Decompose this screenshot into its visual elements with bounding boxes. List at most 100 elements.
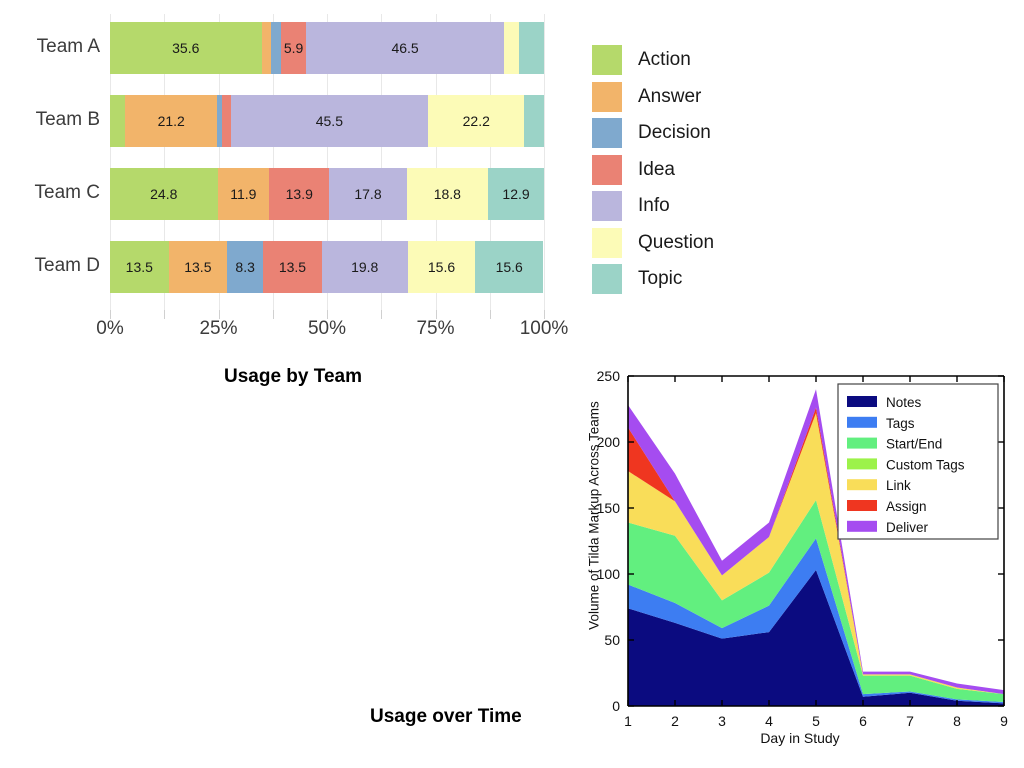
bar-segment: 15.6 xyxy=(475,241,544,293)
bar-segment-value: 13.9 xyxy=(285,186,313,202)
bar-segment-value: 15.6 xyxy=(427,259,456,275)
legend-label: Start/End xyxy=(886,437,942,452)
bar-segment: 15.6 xyxy=(407,241,476,293)
bar-segment: 21.2 xyxy=(125,95,218,147)
bar-segment: 17.8 xyxy=(329,168,407,220)
legend-label: Decision xyxy=(638,122,711,144)
legend-swatch-icon xyxy=(592,264,622,295)
x-axis-label: 2 xyxy=(671,713,679,729)
bar-segment xyxy=(504,22,520,74)
bar-segment: 11.9 xyxy=(217,168,270,220)
bar-segment-value: 8.3 xyxy=(235,259,255,275)
usage-by-team-title: Usage by Team xyxy=(224,366,362,387)
bar-row: 35.6 5.9 46.5 xyxy=(110,22,545,74)
bar-plot-area: 35.6 5.9 46.5 21.2 45.5 22.2 24.8 11.9 13.9 17.8 1… xyxy=(110,14,545,310)
legend-item-decision[interactable]: Decision xyxy=(592,115,782,152)
legend-label: Question xyxy=(638,231,715,253)
bar-chart-category-labels: Team A Team B Team C Team D xyxy=(0,14,100,310)
bar-segment: 12.9 xyxy=(488,168,545,220)
legend-swatch-icon xyxy=(847,520,877,532)
bar-rows: 35.6 5.9 46.5 21.2 45.5 22.2 24.8 11.9 13.9 17.8 1… xyxy=(110,14,545,310)
usage-by-team-chart: Team A Team B Team C Team D 35.6 5.9 46.5 2… xyxy=(0,0,790,350)
bar-category-label: Team B xyxy=(35,109,100,130)
bar-segment: 35.6 xyxy=(110,22,262,74)
bar-category-label: Team A xyxy=(36,36,100,57)
legend-swatch-icon xyxy=(592,45,622,76)
bar-segment-value: 45.5 xyxy=(315,113,343,129)
bar-segment: 45.5 xyxy=(230,95,429,147)
bar-segment-value: 11.9 xyxy=(230,186,257,202)
legend-swatch-icon xyxy=(847,500,877,511)
area-x-axis-title: Day in Study xyxy=(760,730,840,746)
area-chart-svg: 0501001502002501 2 3 4 5 6 7 8 9NotesTagsStart/E… xyxy=(597,368,1008,729)
bar-segment: 13.9 xyxy=(269,168,330,220)
x-axis-label: 75% xyxy=(416,318,455,339)
bar-row: 13.5 13.5 8.3 13.5 19.8 15.6 15.6 xyxy=(110,241,544,293)
bar-segment: 19.8 xyxy=(321,241,408,293)
legend-label: Assign xyxy=(886,499,927,514)
bar-segment-value: 13.5 xyxy=(125,259,153,275)
bar-segment-value: 24.8 xyxy=(150,186,178,202)
bar-segment-value: 46.5 xyxy=(391,40,419,56)
legend-swatch-icon xyxy=(847,437,877,449)
bar-segment xyxy=(261,22,272,74)
legend-label: Action xyxy=(638,49,691,71)
bar-segment: 13.5 xyxy=(263,241,322,293)
gridline xyxy=(544,14,545,310)
legend-item-idea[interactable]: Idea xyxy=(592,152,782,189)
bar-segment-value: 35.6 xyxy=(172,40,200,56)
area-y-axis-title: Volume of Tilda Markup Across Teams xyxy=(586,401,602,630)
legend-label: Info xyxy=(638,195,670,217)
bar-segment xyxy=(519,22,545,74)
legend-label: Idea xyxy=(638,158,675,180)
legend-item-info[interactable]: Info xyxy=(592,188,782,225)
bar-segment-value: 22.2 xyxy=(462,113,490,129)
legend-item-answer[interactable]: Answer xyxy=(592,79,782,116)
x-axis-label: 100% xyxy=(519,318,569,339)
x-axis-label: 5 xyxy=(812,713,820,729)
x-axis-label: 9 xyxy=(1000,713,1008,729)
bar-segment-value: 13.5 xyxy=(184,259,212,275)
legend-swatch-icon xyxy=(847,458,877,470)
legend-label: Answer xyxy=(638,85,702,107)
x-axis-label: 1 xyxy=(624,713,632,729)
legend-swatch-icon xyxy=(847,416,877,428)
bar-segment: 22.2 xyxy=(428,95,525,147)
x-axis-label: 50% xyxy=(307,318,347,339)
bar-segment xyxy=(110,95,126,147)
legend-swatch-icon xyxy=(847,479,877,491)
legend-label: Tags xyxy=(886,416,915,431)
x-axis-label: 7 xyxy=(906,713,914,729)
bar-segment: 24.8 xyxy=(110,168,218,220)
y-axis-label: 250 xyxy=(597,368,621,384)
legend-label: Deliver xyxy=(886,520,929,535)
x-axis-label: 3 xyxy=(718,713,726,729)
bar-segment-value: 19.8 xyxy=(351,259,379,275)
legend-label: Topic xyxy=(638,268,683,290)
bar-segment: 18.8 xyxy=(406,168,489,220)
usage-by-team-legend: Action Answer Decision Idea Info Question Topi… xyxy=(592,42,782,298)
bar-segment-value: 5.9 xyxy=(283,40,304,56)
legend-label: Custom Tags xyxy=(886,457,965,472)
x-axis-label: 0% xyxy=(96,318,124,339)
legend-label: Notes xyxy=(886,395,922,410)
usage-over-time-title: Usage over Time xyxy=(370,706,522,727)
bar-segment xyxy=(271,22,282,74)
bar-x-axis-labels: 0% 25% 50% 75% 100% xyxy=(0,318,620,344)
bar-segment xyxy=(222,95,231,147)
legend-label: Link xyxy=(886,478,911,493)
bar-segment-value: 17.8 xyxy=(354,186,382,202)
bar-segment-value: 21.2 xyxy=(157,113,185,129)
legend-swatch-icon xyxy=(592,154,622,185)
legend-item-question[interactable]: Question xyxy=(592,225,782,262)
bar-segment xyxy=(524,95,544,147)
x-axis-label: 25% xyxy=(199,318,238,339)
legend-swatch-icon xyxy=(592,191,622,222)
bar-segment-value: 18.8 xyxy=(433,186,461,202)
legend-item-action[interactable]: Action xyxy=(592,42,782,79)
bar-segment: 8.3 xyxy=(227,241,264,293)
x-axis-label: 8 xyxy=(953,713,961,729)
legend-item-topic[interactable]: Topic xyxy=(592,261,782,298)
legend-swatch-icon xyxy=(847,396,877,407)
bar-row: 21.2 45.5 22.2 xyxy=(110,95,544,147)
